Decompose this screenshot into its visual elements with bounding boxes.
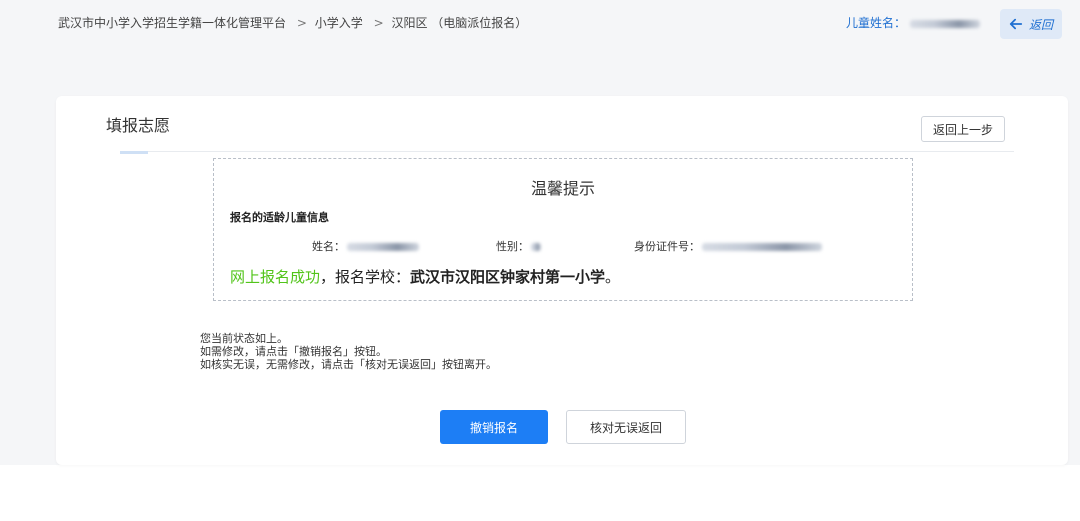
id-row: 身份证件号： bbox=[634, 238, 822, 254]
id-label: 身份证件号： bbox=[634, 240, 700, 253]
status-line: 如核实无误，无需修改，请点击「核对无误返回」按钮离开。 bbox=[200, 358, 497, 371]
status-line: 您当前状态如上。 bbox=[200, 332, 288, 345]
cancel-registration-button[interactable]: 撤销报名 bbox=[440, 410, 548, 444]
breadcrumb-item-platform[interactable]: 武汉市中小学入学招生学籍一体化管理平台 bbox=[58, 16, 286, 30]
name-row: 姓名： bbox=[312, 238, 419, 254]
notice-title: 温馨提示 bbox=[530, 179, 595, 198]
divider bbox=[120, 151, 1014, 152]
back-button-label: 返回 bbox=[1028, 17, 1053, 32]
breadcrumb-separator: > bbox=[296, 16, 307, 30]
school-prefix: ，报名学校： bbox=[320, 268, 411, 286]
prev-step-button[interactable]: 返回上一步 bbox=[921, 116, 1005, 142]
gender-label: 性别： bbox=[496, 240, 529, 253]
status-message: 您当前状态如上。 如需修改，请点击「撤销报名」按钮。 如核实无误，无需修改，请点… bbox=[200, 332, 497, 371]
child-name-display: 儿童姓名： bbox=[846, 14, 981, 31]
redacted-name bbox=[347, 243, 419, 251]
school-name: 武汉市汉阳区钟家村第一小学 bbox=[410, 268, 606, 286]
child-name-label: 儿童姓名： bbox=[846, 16, 907, 30]
result-period: 。 bbox=[605, 268, 621, 286]
success-text: 网上报名成功 bbox=[230, 268, 321, 286]
notice-box: 温馨提示 报名的适龄儿童信息 姓名： 性别： 身份证件号： 网上报名成功，报名学… bbox=[213, 158, 913, 301]
form-card: 填报志愿 返回上一步 温馨提示 报名的适龄儿童信息 姓名： 性别： 身份证件号：… bbox=[56, 96, 1068, 465]
redacted-child-name bbox=[910, 19, 981, 28]
back-button[interactable]: 返回 bbox=[1000, 9, 1062, 39]
breadcrumb-separator: > bbox=[373, 16, 384, 30]
child-info-heading: 报名的适龄儿童信息 bbox=[230, 211, 329, 224]
confirm-return-button[interactable]: 核对无误返回 bbox=[566, 410, 686, 444]
redacted-id-number bbox=[702, 243, 822, 251]
breadcrumb: 武汉市中小学入学招生学籍一体化管理平台 > 小学入学 > 汉阳区 （电脑派位报名… bbox=[58, 14, 530, 31]
gender-row: 性别： bbox=[496, 238, 541, 254]
name-label: 姓名： bbox=[312, 240, 345, 253]
step-indicator bbox=[120, 151, 148, 154]
arrow-left-icon bbox=[1009, 18, 1023, 30]
breadcrumb-item-primary-school[interactable]: 小学入学 bbox=[315, 16, 363, 30]
breadcrumb-item-district: 汉阳区 （电脑派位报名） bbox=[391, 16, 528, 30]
page-title: 填报志愿 bbox=[106, 116, 171, 135]
registration-result: 网上报名成功，报名学校：武汉市汉阳区钟家村第一小学。 bbox=[230, 266, 620, 287]
redacted-gender bbox=[531, 243, 541, 251]
status-line: 如需修改，请点击「撤销报名」按钮。 bbox=[200, 345, 387, 358]
